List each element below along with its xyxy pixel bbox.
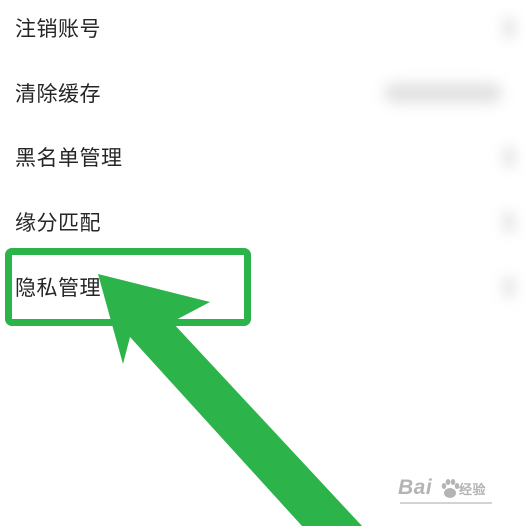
settings-item-match[interactable]: 缘分匹配 bbox=[0, 190, 526, 254]
settings-item-label: 清除缓存 bbox=[15, 82, 101, 106]
watermark-brand: Bai bbox=[398, 476, 433, 499]
settings-item-label: 注销账号 bbox=[15, 17, 101, 41]
settings-item-label: 隐私管理 bbox=[15, 276, 101, 300]
watermark-suffix: 经验 bbox=[459, 483, 487, 498]
chevron-right-icon bbox=[502, 146, 516, 168]
chevron-right-icon bbox=[502, 276, 516, 298]
settings-item-label: 缘分匹配 bbox=[15, 211, 101, 235]
chevron-right-icon bbox=[502, 17, 516, 39]
settings-screen: 注销账号 清除缓存 黑名单管理 缘分匹配 隐私管理 Bai 经验 bbox=[0, 0, 526, 526]
watermark-underline bbox=[400, 502, 492, 504]
chevron-right-icon bbox=[502, 211, 516, 233]
baidu-jingyan-watermark: Bai 经验 bbox=[398, 476, 516, 504]
settings-item-deactivate-account[interactable]: 注销账号 bbox=[0, 0, 526, 60]
paw-icon bbox=[441, 479, 460, 498]
settings-item-label: 黑名单管理 bbox=[15, 146, 123, 170]
settings-item-privacy[interactable]: 隐私管理 bbox=[0, 255, 526, 319]
settings-item-clear-cache[interactable]: 清除缓存 bbox=[0, 61, 526, 125]
cache-size-value bbox=[384, 83, 502, 103]
settings-item-blacklist[interactable]: 黑名单管理 bbox=[0, 125, 526, 189]
